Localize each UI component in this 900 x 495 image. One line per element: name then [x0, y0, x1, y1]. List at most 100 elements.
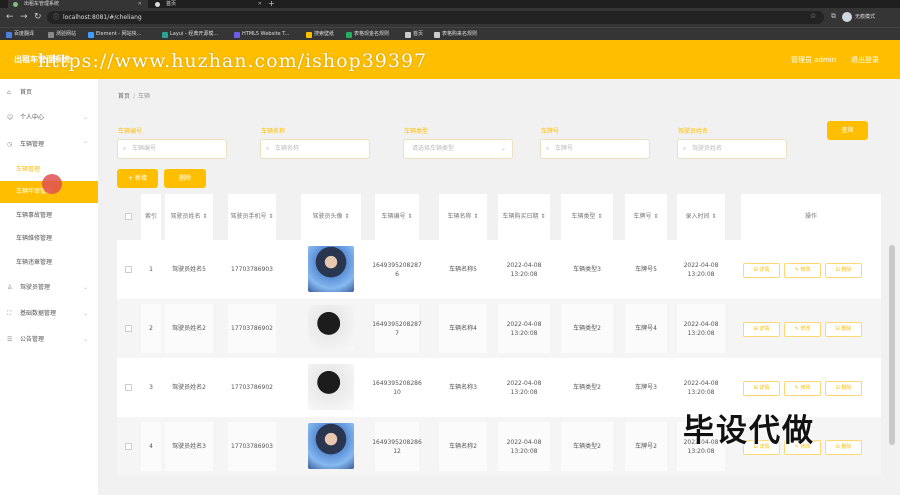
bookmark-item[interactable]: HTML5 Website T... — [234, 30, 289, 39]
driver-avatar-image — [308, 305, 354, 351]
bookmark-icon — [306, 32, 312, 38]
delete-button[interactable]: 删除 — [164, 169, 206, 188]
table-header-cell[interactable]: 车牌号 ⇕ — [625, 194, 667, 240]
bookmark-item[interactable]: 百度翻译 — [6, 30, 34, 39]
action-label: 详情 — [759, 385, 770, 391]
sidebar-item-label: 基础数据管理 — [20, 310, 57, 317]
breadcrumb: 首页 / 车辆 — [118, 93, 151, 100]
overlay-caption: 毕设代做 — [683, 413, 815, 449]
bookmark-star-icon[interactable]: ☆ — [810, 12, 816, 20]
plate-number-input[interactable]: ⌕ 车牌号 — [540, 139, 650, 159]
add-button[interactable]: + 新增 — [117, 169, 158, 188]
table-cell-name: 车辆名称5 — [439, 245, 487, 294]
sidebar-subitem-accidents[interactable]: 车辆事故管理 — [0, 205, 98, 227]
bookmark-item[interactable]: Layui - 经典开源模... — [162, 30, 218, 39]
action-label: 删除 — [841, 326, 852, 332]
table-cell-driver: 驾驶员姓名5 — [165, 245, 213, 294]
close-tab-icon[interactable]: ✕ — [138, 0, 142, 8]
sidebar-item-vehicle-management[interactable]: ◷ 车辆管理 ⌃ — [0, 136, 98, 154]
table-cell-type: 车辆类型3 — [561, 245, 613, 294]
chevron-down-icon: ⌄ — [500, 145, 506, 152]
filter-label: 车牌号 — [541, 128, 560, 135]
chevron-down-icon: ⌄ — [82, 310, 88, 317]
sidebar-subitem-repairs[interactable]: 车辆维修管理 — [0, 228, 98, 250]
edit-button[interactable]: ✎ 修改 — [784, 381, 821, 396]
chevron-up-icon: ⌃ — [82, 141, 88, 148]
action-label: 修改 — [800, 385, 811, 391]
close-tab-icon[interactable]: ✕ — [258, 0, 262, 8]
url-input[interactable]: ⓘ localhost:8081/#/cheliang — [47, 11, 824, 24]
breadcrumb-home[interactable]: 首页 — [118, 93, 130, 100]
row-checkbox[interactable] — [125, 325, 132, 332]
bookmark-icon — [48, 32, 54, 38]
table-header-cell[interactable]: 车辆类型 ⇕ — [561, 194, 613, 240]
delete-row-button[interactable]: ⊟ 删除 — [825, 322, 862, 337]
table-cell-plate: 车牌号5 — [625, 245, 667, 294]
extension-icon[interactable]: ⧉ — [831, 12, 836, 21]
input-placeholder: 驾驶员姓名 — [692, 145, 723, 152]
incognito-profile[interactable]: 无痕模式 — [842, 11, 875, 23]
action-label: 删除 — [841, 385, 852, 391]
row-checkbox[interactable] — [125, 266, 132, 273]
table-header-cell[interactable]: 车辆编号 ⇕ — [375, 194, 419, 240]
bookmark-icon — [346, 32, 352, 38]
action-label: 删除 — [841, 444, 852, 450]
driver-name-input[interactable]: ⌕ 驾驶员姓名 — [677, 139, 787, 159]
driver-icon: ♙ — [7, 284, 13, 291]
sidebar-item-home[interactable]: ⌂ 首页 — [0, 84, 98, 102]
table-header-cell[interactable]: 驾驶员手机号 ⇕ — [228, 194, 276, 240]
delete-row-button[interactable]: ⊟ 删除 — [825, 263, 862, 278]
sidebar-item-base-data[interactable]: ⛶ 基础数据管理 ⌄ — [0, 305, 98, 323]
reload-icon[interactable]: ↻ — [34, 11, 42, 23]
detail-button[interactable]: ⊞ 详情 — [743, 322, 780, 337]
back-arrow-icon[interactable]: ← — [6, 11, 14, 23]
table-cell-code: 1649395208287 7 — [372, 304, 422, 353]
globe-favicon-icon — [155, 2, 160, 7]
bookmark-item[interactable]: 表格现金名规则 — [346, 30, 389, 39]
logout-link[interactable]: 退出登录 — [851, 55, 879, 65]
table-header-cell[interactable]: 驾驶员头像 ⇕ — [301, 194, 361, 240]
chevron-down-icon: ⌄ — [82, 336, 88, 343]
bookmark-item[interactable]: 首页 — [405, 30, 423, 39]
new-tab-button[interactable]: + — [268, 0, 275, 8]
browser-tab[interactable]: 首页 ✕ — [150, 0, 268, 8]
table-header-cell[interactable]: 驾驶员姓名 ⇕ — [165, 194, 213, 240]
search-icon: ⌕ — [546, 145, 550, 152]
detail-button[interactable]: ⊞ 详情 — [743, 263, 780, 278]
sidebar-item-notices[interactable]: ☰ 公告管理 ⌄ — [0, 331, 98, 349]
bookmark-icon — [234, 32, 240, 38]
bookmark-item[interactable]: 搜索壁纸 — [306, 30, 334, 39]
vehicle-code-input[interactable]: ⌕ 车辆编号 — [117, 139, 227, 159]
detail-button[interactable]: ⊞ 详情 — [743, 381, 780, 396]
bookmark-item[interactable]: Element - 网站快... — [88, 30, 141, 39]
scrollbar[interactable] — [889, 245, 895, 445]
sidebar-item-profile[interactable]: ☺ 个人中心 ⌄ — [0, 109, 98, 127]
search-button[interactable]: 查询 — [827, 121, 868, 140]
data-icon: ⛶ — [7, 310, 12, 317]
table-cell-buy-date: 2022-04-08 13:20:08 — [498, 245, 550, 294]
delete-row-button[interactable]: ⊟ 删除 — [825, 440, 862, 455]
select-all-checkbox[interactable] — [125, 213, 132, 220]
table-cell-plate: 车牌号4 — [625, 304, 667, 353]
bookmark-icon — [434, 32, 440, 38]
table-cell-buy-date: 2022-04-08 13:20:08 — [498, 422, 550, 471]
table-header-cell[interactable]: 车辆名称 ⇕ — [439, 194, 487, 240]
table-header-cell[interactable]: 车辆购买日期 ⇕ — [498, 194, 550, 240]
sidebar-subitem-violations[interactable]: 车辆违章管理 — [0, 252, 98, 274]
vehicle-type-select[interactable]: 请选择车辆类型 ⌄ — [403, 139, 513, 159]
row-checkbox[interactable] — [125, 384, 132, 391]
table-cell-name: 车辆名称4 — [439, 304, 487, 353]
edit-button[interactable]: ✎ 修改 — [784, 322, 821, 337]
edit-button[interactable]: ✎ 修改 — [784, 263, 821, 278]
browser-tab-active[interactable]: 出租车管理系统 ✕ — [8, 0, 148, 8]
bookmark-item[interactable]: 测验网站 — [48, 30, 76, 39]
sidebar-item-drivers[interactable]: ♙ 驾驶员管理 ⌄ — [0, 279, 98, 297]
input-placeholder: 车牌号 — [555, 145, 574, 152]
bookmark-item[interactable]: 表格购来名规则 — [434, 30, 477, 39]
table-header-cell[interactable]: 录入时间 ⇕ — [677, 194, 725, 240]
forward-arrow-icon[interactable]: → — [20, 11, 28, 23]
row-checkbox[interactable] — [125, 443, 132, 450]
delete-row-button[interactable]: ⊟ 删除 — [825, 381, 862, 396]
vehicle-name-input[interactable]: ⌕ 车辆名称 — [260, 139, 370, 159]
table-cell-index: 4 — [141, 422, 161, 471]
